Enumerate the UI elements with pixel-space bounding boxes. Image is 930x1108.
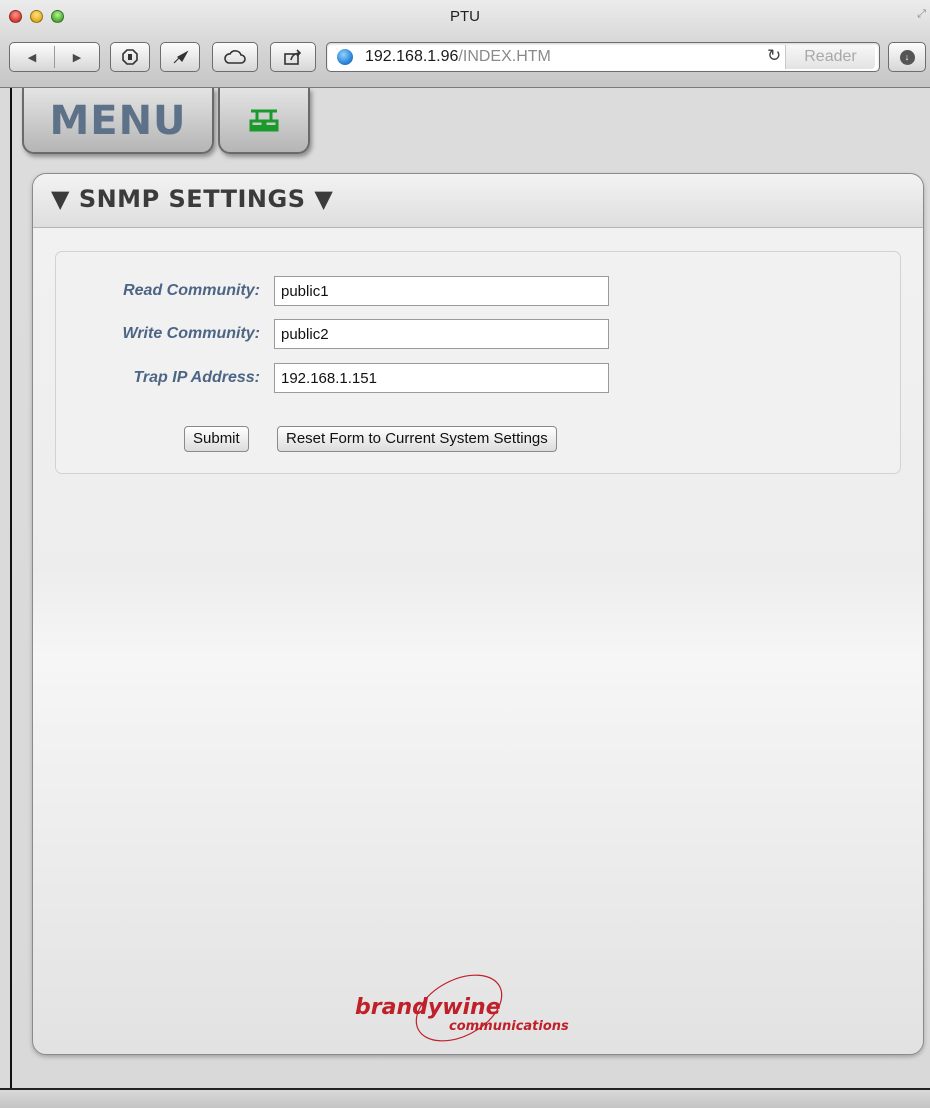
reader-button[interactable]: Reader	[785, 45, 875, 69]
url-text[interactable]: 192.168.1.96/INDEX.HTM	[365, 48, 551, 66]
write-community-row: Write Community:	[56, 319, 900, 349]
window-title: PTU	[450, 8, 480, 25]
stop-button[interactable]	[110, 42, 150, 72]
submit-button[interactable]: Submit	[184, 426, 249, 452]
bookmark-button[interactable]	[160, 42, 200, 72]
back-forward-buttons: ◀ ▶	[9, 42, 100, 72]
browser-titlebar: PTU ⤢ ◀ ▶ 192.168.1.96/INDEX.HTM ↻ Reade…	[0, 0, 930, 88]
share-button[interactable]	[270, 42, 316, 72]
read-community-row: Read Community:	[56, 276, 900, 306]
trap-ip-row: Trap IP Address:	[56, 363, 900, 393]
forward-icon[interactable]: ▶	[55, 51, 99, 64]
globe-icon	[337, 49, 353, 65]
window-left-edge	[0, 88, 12, 1088]
downloads-button[interactable]: ↓	[888, 42, 926, 72]
address-bar[interactable]: 192.168.1.96/INDEX.HTM ↻ Reader	[326, 42, 880, 72]
reset-form-button[interactable]: Reset Form to Current System Settings	[277, 426, 557, 452]
back-icon[interactable]: ◀	[10, 51, 54, 64]
fullscreen-icon[interactable]: ⤢	[917, 8, 926, 21]
network-icon	[249, 109, 279, 132]
share-icon	[284, 49, 302, 65]
icloud-button[interactable]	[212, 42, 258, 72]
reload-icon[interactable]: ↻	[767, 46, 781, 66]
logo-brand-text: brandywine	[355, 995, 501, 1020]
menu-label: MENU	[49, 98, 187, 144]
status-bar	[0, 1088, 930, 1108]
browser-toolbar: ◀ ▶ 192.168.1.96/INDEX.HTM ↻ Reader ↓	[0, 40, 930, 74]
menu-tab[interactable]: MENU	[22, 88, 214, 154]
brandywine-logo: brandywine communications	[349, 974, 609, 1044]
read-community-input[interactable]	[274, 276, 609, 306]
cloud-icon	[224, 50, 246, 64]
snmp-form: Read Community: Write Community: Trap IP…	[55, 251, 901, 474]
snmp-settings-panel: ▼ SNMP SETTINGS ▼ Read Community: Write …	[32, 173, 924, 1055]
trap-ip-input[interactable]	[274, 363, 609, 393]
panel-title: ▼ SNMP SETTINGS ▼	[51, 185, 334, 213]
page-content: MENU ▼ SNMP SETTINGS ▼ Read Community: W…	[12, 88, 930, 1088]
download-icon: ↓	[899, 49, 915, 65]
panel-header[interactable]: ▼ SNMP SETTINGS ▼	[33, 174, 923, 228]
write-community-label: Write Community:	[122, 325, 260, 342]
stop-icon	[122, 49, 138, 65]
read-community-label: Read Community:	[123, 282, 260, 299]
bookmark-icon	[173, 50, 189, 64]
write-community-input[interactable]	[274, 319, 609, 349]
network-tab[interactable]	[218, 88, 310, 154]
trap-ip-label: Trap IP Address:	[133, 369, 260, 386]
brandywine-logo-graphic: brandywine communications	[355, 974, 569, 1042]
logo-sub-text: communications	[449, 1019, 569, 1034]
